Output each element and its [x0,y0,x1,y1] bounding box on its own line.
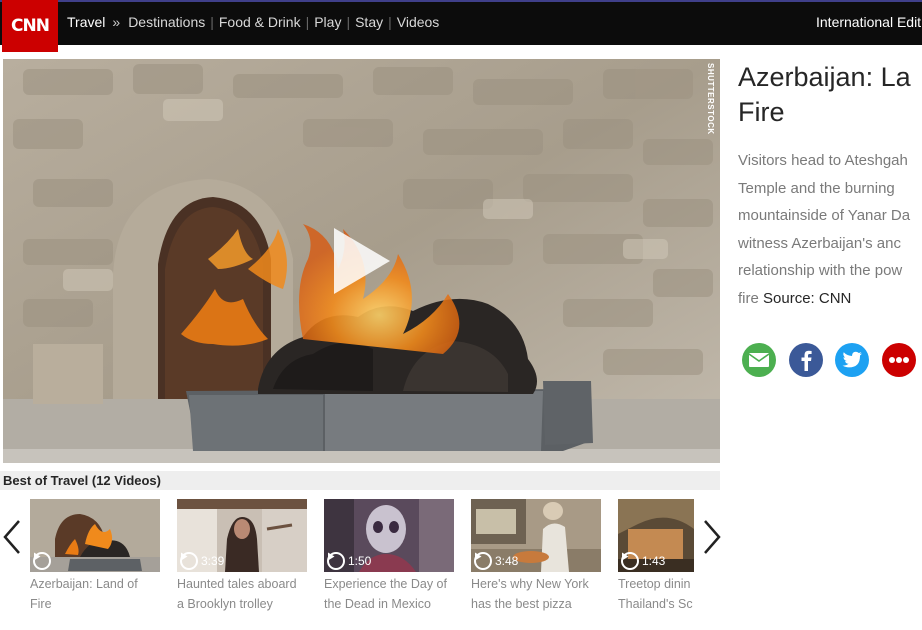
small-play-icon [180,552,198,570]
nav-divider: | [210,14,214,30]
caption-line: Experience the Day of [324,577,447,591]
video-duration: 3:39 [180,552,224,570]
duration-text: 1:43 [642,554,666,568]
play-icon[interactable] [330,224,394,298]
caption-line: the Dead in Mexico [324,597,432,611]
more-icon[interactable] [881,343,916,377]
small-play-icon [33,552,51,570]
twitter-icon[interactable] [835,343,869,377]
duration-text: 1:50 [348,554,372,568]
description-line: witness Azerbaijan's anc [738,234,901,252]
playlist-caption[interactable]: Azerbaijan: Land of Fire [30,574,160,614]
carousel-prev-arrow-icon[interactable] [2,519,22,555]
facebook-icon[interactable] [788,343,823,377]
video-duration: 1:43 [621,552,665,570]
nav-link-stay[interactable]: Stay [355,14,383,30]
nav-link-videos[interactable]: Videos [397,14,440,30]
nav-divider: | [305,14,310,30]
description-line: fire [738,289,764,307]
caption-line: Treetop dinin [618,577,691,591]
small-play-icon [327,552,345,570]
playlist-title: Best of Travel (12 Videos) [3,473,161,488]
nav-divider: | [388,14,392,30]
video-thumbnail[interactable]: 1:50 [324,499,454,572]
playlist-item[interactable]: 1:43 Treetop dinin Thailand's Sc [618,499,694,614]
duration-text: 3:48 [495,554,519,568]
nav-section-travel[interactable]: Travel [67,14,105,30]
video-source: Source: CNN [763,289,852,307]
video-duration: 1:50 [327,552,371,570]
video-watermark: SHUTTERSTOCK [706,63,715,135]
caption-line: has the best pizza [471,597,572,611]
video-thumbnail[interactable] [30,499,160,572]
caption-line: a Brooklyn trolley [177,597,273,611]
share-buttons [742,343,922,377]
playlist-item[interactable]: Azerbaijan: Land of Fire [30,499,160,614]
cnn-logo[interactable]: CNN [2,0,58,52]
nav-link-destinations[interactable]: Destinations [128,14,205,30]
small-play-icon [621,552,639,570]
video-headline: Azerbaijan: La Fire [738,60,922,130]
description-line: mountainside of Yanar Da [738,207,911,224]
caption-line: Thailand's Sc [618,597,693,611]
top-stripe [0,0,922,2]
playlist-caption[interactable]: Haunted tales aboard a Brooklyn trolley [177,574,307,614]
email-icon[interactable] [742,343,776,377]
video-thumbnail[interactable]: 3:48 [471,499,601,572]
description-line: Temple and the burning [738,179,895,197]
caption-line: Here's why New York [471,577,589,591]
nav-link-play[interactable]: Play [314,14,341,30]
nav-divider: | [346,14,351,30]
breadcrumb-separator: » [112,14,121,30]
playlist-caption[interactable]: Here's why New York has the best pizza [471,574,601,614]
small-play-icon [474,552,492,570]
section-nav: Travel » Destinations | Food & Drink | P… [67,14,439,30]
caption-line: Azerbaijan: Land of [30,577,138,591]
carousel-next-arrow-icon[interactable] [702,519,722,555]
playlist-item[interactable]: 1:50 Experience the Day of the Dead in M… [324,499,454,614]
duration-text: 3:39 [201,554,225,568]
video-thumbnail[interactable]: 1:43 [618,499,694,572]
playlist-item[interactable]: 3:39 Haunted tales aboard a Brooklyn tro… [177,499,307,614]
caption-line: Haunted tales aboard [177,577,297,591]
video-duration [33,552,54,570]
video-duration: 3:48 [474,552,518,570]
headline-line: Azerbaijan: La [738,62,911,92]
caption-line: Fire [30,597,52,611]
playlist-caption[interactable]: Experience the Day of the Dead in Mexico [324,574,454,614]
description-line: relationship with the pow [738,262,903,279]
playlist-caption[interactable]: Treetop dinin Thailand's Sc [618,574,694,614]
video-player[interactable]: SHUTTERSTOCK [3,59,720,463]
video-thumbnail[interactable]: 3:39 [177,499,307,572]
edition-switcher[interactable]: International Editi [816,14,922,30]
video-description: Visitors head to Ateshgah Temple and the… [738,147,922,312]
description-line: Visitors head to Ateshgah [738,152,908,169]
playlist-item[interactable]: 3:48 Here's why New York has the best pi… [471,499,601,614]
headline-line: Fire [738,97,785,127]
logo-text: CNN [11,16,50,36]
nav-link-food-drink[interactable]: Food & Drink [219,14,301,30]
